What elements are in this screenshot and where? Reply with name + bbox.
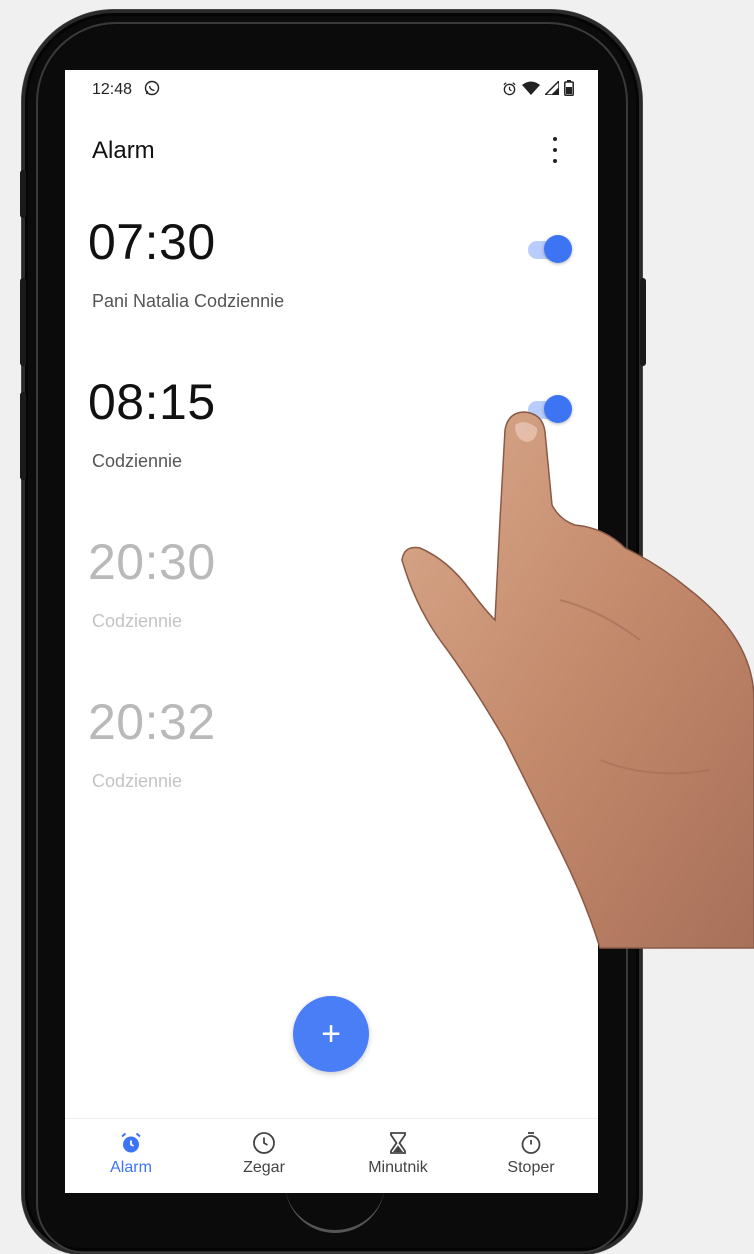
clock-icon xyxy=(252,1131,276,1155)
alarm-icon xyxy=(502,81,517,101)
stopwatch-icon xyxy=(519,1131,543,1155)
nav-label: Zegar xyxy=(243,1159,285,1176)
alarm-item[interactable]: 07:30 Pani Natalia Codziennie xyxy=(65,213,598,363)
phone-volume-up-button xyxy=(20,278,26,366)
alarm-label: Pani Natalia Codziennie xyxy=(92,291,285,311)
battery-icon xyxy=(564,80,574,101)
alarm-item[interactable]: 20:32 Codziennie xyxy=(65,693,598,843)
nav-label: Alarm xyxy=(110,1159,152,1176)
status-time: 12:48 xyxy=(92,81,133,98)
nav-label: Stoper xyxy=(507,1159,555,1176)
alarm-clock-icon xyxy=(119,1131,143,1155)
nav-item-zegar[interactable]: Zegar xyxy=(209,1131,319,1191)
alarm-label: Codziennie xyxy=(92,611,183,631)
alarm-label: Codziennie xyxy=(92,451,183,471)
screen: 12:48 Alarm 07:30 Pani Natalia Codzienni… xyxy=(65,70,598,1193)
status-icons xyxy=(502,79,574,101)
app-bar: Alarm xyxy=(65,125,598,175)
more-vert-icon[interactable] xyxy=(543,133,567,167)
page-title: Alarm xyxy=(92,137,155,164)
nav-label: Minutnik xyxy=(368,1159,428,1176)
alarm-toggle[interactable] xyxy=(528,233,572,267)
phone-side-button xyxy=(20,170,26,218)
nav-item-alarm[interactable]: Alarm xyxy=(76,1131,186,1191)
alarm-toggle[interactable] xyxy=(528,393,572,427)
alarm-item[interactable]: 08:15 Codziennie xyxy=(65,373,598,523)
wifi-icon xyxy=(522,81,540,101)
alarm-item[interactable]: 20:30 Codziennie xyxy=(65,533,598,683)
nav-item-minutnik[interactable]: Minutnik xyxy=(343,1131,453,1191)
phone-power-button xyxy=(640,278,646,366)
alarm-time: 20:32 xyxy=(88,694,216,750)
hourglass-icon xyxy=(386,1131,410,1155)
alarm-label: Codziennie xyxy=(92,771,183,791)
whatsapp-icon xyxy=(144,80,160,101)
status-bar: 12:48 xyxy=(65,70,598,110)
nav-item-stoper[interactable]: Stoper xyxy=(476,1131,586,1191)
alarm-time: 20:30 xyxy=(88,534,216,590)
alarm-time: 08:15 xyxy=(88,374,216,430)
alarm-time: 07:30 xyxy=(88,214,216,270)
bottom-nav: Alarm Zegar Minutnik Stoper xyxy=(65,1118,598,1193)
add-alarm-button[interactable]: + xyxy=(293,996,369,1072)
signal-icon xyxy=(543,79,560,100)
phone-volume-down-button xyxy=(20,392,26,480)
